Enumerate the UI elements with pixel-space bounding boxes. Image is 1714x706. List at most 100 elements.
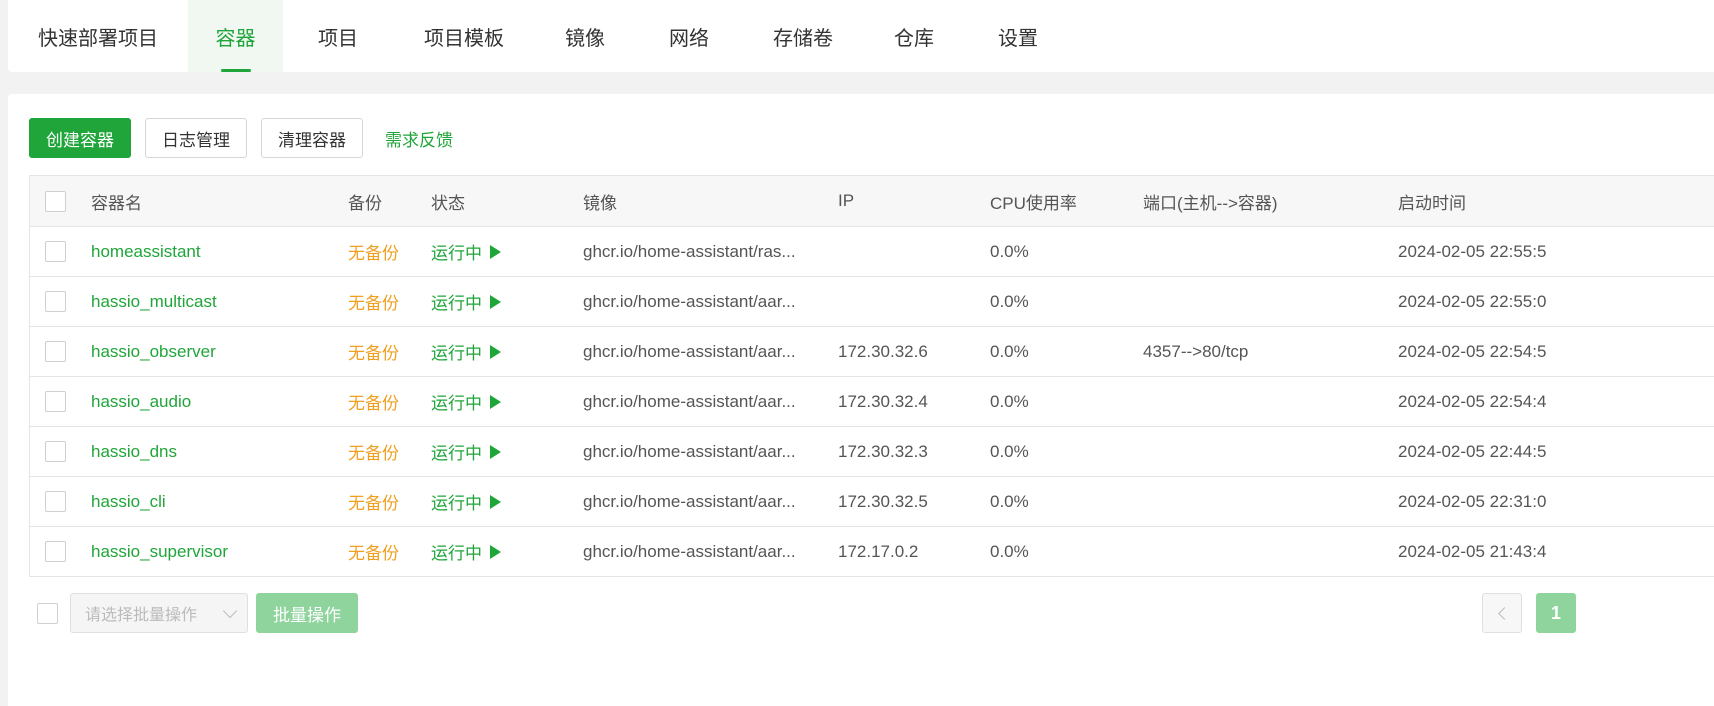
batch-operation-select[interactable]: 请选择批量操作 (70, 593, 248, 633)
image-name: ghcr.io/home-assistant/aar... (583, 491, 796, 511)
image-name: ghcr.io/home-assistant/aar... (583, 291, 796, 311)
cpu-usage: 0.0% (990, 441, 1029, 461)
header-backup: 备份 (348, 193, 382, 213)
play-icon (490, 344, 501, 359)
start-time: 2024-02-05 22:55:5 (1398, 241, 1547, 261)
ip-address: 172.30.32.6 (838, 341, 928, 361)
table-row: homeassistant 无备份 运行中 ghcr.io/home-assis… (30, 226, 1714, 276)
footer-select-all-checkbox[interactable] (37, 602, 58, 624)
container-name-link[interactable]: hassio_supervisor (91, 542, 228, 562)
ip-address: 172.30.32.3 (838, 441, 928, 461)
row-checkbox[interactable] (45, 341, 66, 362)
header-image: 镜像 (583, 193, 617, 213)
container-name-link[interactable]: homeassistant (91, 242, 201, 262)
header-ip: IP (838, 191, 855, 210)
run-status[interactable]: 运行中 (431, 289, 501, 314)
tab-6[interactable]: 存储卷 (743, 0, 863, 72)
cpu-usage: 0.0% (990, 541, 1029, 561)
play-icon (490, 544, 501, 559)
batch-operation-button[interactable]: 批量操作 (256, 593, 358, 633)
ip-address: 172.17.0.2 (838, 541, 919, 561)
row-checkbox-cell (45, 327, 66, 376)
row-checkbox[interactable] (45, 541, 66, 562)
run-status-label: 运行中 (431, 344, 482, 363)
run-status-label: 运行中 (431, 444, 482, 463)
tab-2[interactable]: 项目 (283, 0, 393, 72)
container-name-link[interactable]: hassio_audio (91, 392, 191, 412)
row-checkbox-cell (45, 277, 66, 326)
cpu-usage: 0.0% (990, 491, 1029, 511)
backup-status[interactable]: 无备份 (348, 339, 399, 364)
backup-status[interactable]: 无备份 (348, 239, 399, 264)
row-checkbox[interactable] (45, 291, 66, 312)
image-name: ghcr.io/home-assistant/aar... (583, 541, 796, 561)
header-cpu: CPU使用率 (990, 193, 1077, 213)
select-all-checkbox[interactable] (45, 190, 66, 212)
run-status[interactable]: 运行中 (431, 489, 501, 514)
page-1-button[interactable]: 1 (1536, 593, 1576, 633)
run-status[interactable]: 运行中 (431, 539, 501, 564)
run-status[interactable]: 运行中 (431, 439, 501, 464)
container-name-link[interactable]: hassio_cli (91, 492, 166, 512)
ip-address: 172.30.32.4 (838, 391, 928, 411)
start-time: 2024-02-05 22:55:0 (1398, 291, 1547, 311)
top-tab-bar: 快速部署项目 容器 项目 项目模板 镜像 网络 存储卷 仓库 设置 (8, 0, 1714, 72)
row-checkbox-cell (45, 477, 66, 526)
container-table: 容器名 备份 状态 镜像 IP CPU使用率 端口(主机-->容器) 启动时间 … (29, 175, 1714, 577)
backup-status[interactable]: 无备份 (348, 489, 399, 514)
tab-1[interactable]: 容器 (188, 0, 283, 72)
backup-status[interactable]: 无备份 (348, 289, 399, 314)
row-checkbox[interactable] (45, 441, 66, 462)
tab-3[interactable]: 项目模板 (393, 0, 535, 72)
run-status[interactable]: 运行中 (431, 389, 501, 414)
cpu-usage: 0.0% (990, 391, 1029, 411)
image-name: ghcr.io/home-assistant/aar... (583, 391, 796, 411)
prev-page-button[interactable] (1482, 593, 1522, 633)
start-time: 2024-02-05 22:54:4 (1398, 391, 1547, 411)
row-checkbox[interactable] (45, 391, 66, 412)
batch-select-placeholder: 请选择批量操作 (85, 607, 198, 624)
play-icon (490, 244, 501, 259)
tab-5[interactable]: 网络 (635, 0, 743, 72)
container-name-link[interactable]: hassio_dns (91, 442, 177, 462)
play-icon (490, 294, 501, 309)
table-header: 容器名 备份 状态 镜像 IP CPU使用率 端口(主机-->容器) 启动时间 (30, 176, 1714, 226)
pagination: 1 (1482, 593, 1576, 633)
row-checkbox-cell (45, 527, 66, 576)
cpu-usage: 0.0% (990, 241, 1029, 261)
container-name-link[interactable]: hassio_multicast (91, 292, 217, 312)
play-icon (490, 444, 501, 459)
tab-8[interactable]: 设置 (965, 0, 1071, 72)
container-panel: 创建容器 日志管理 清理容器 需求反馈 容器名 备份 状态 镜像 IP CPU使… (8, 94, 1714, 706)
tab-4[interactable]: 镜像 (535, 0, 635, 72)
image-name: ghcr.io/home-assistant/aar... (583, 341, 796, 361)
header-name[interactable]: 容器名 (91, 176, 142, 226)
backup-status[interactable]: 无备份 (348, 539, 399, 564)
backup-status[interactable]: 无备份 (348, 439, 399, 464)
clean-containers-button[interactable]: 清理容器 (261, 118, 363, 158)
feedback-link[interactable]: 需求反馈 (385, 126, 453, 151)
tab-7[interactable]: 仓库 (863, 0, 965, 72)
log-management-button[interactable]: 日志管理 (145, 118, 247, 158)
start-time: 2024-02-05 22:54:5 (1398, 341, 1547, 361)
run-status[interactable]: 运行中 (431, 239, 501, 264)
container-name-link[interactable]: hassio_observer (91, 342, 216, 362)
row-checkbox-cell (45, 377, 66, 426)
tab-0[interactable]: 快速部署项目 (8, 0, 188, 72)
run-status[interactable]: 运行中 (431, 339, 501, 364)
row-checkbox[interactable] (45, 241, 66, 262)
backup-status[interactable]: 无备份 (348, 389, 399, 414)
row-checkbox-cell (45, 227, 66, 276)
batch-footer: 请选择批量操作 批量操作 (37, 593, 358, 633)
header-start-time[interactable]: 启动时间 (1398, 176, 1466, 226)
create-container-button[interactable]: 创建容器 (29, 118, 131, 158)
table-row: hassio_dns 无备份 运行中 ghcr.io/home-assistan… (30, 426, 1714, 476)
run-status-label: 运行中 (431, 544, 482, 563)
header-status: 状态 (431, 193, 465, 213)
row-checkbox[interactable] (45, 491, 66, 512)
play-icon (490, 494, 501, 509)
chevron-down-icon (222, 603, 238, 619)
row-checkbox-cell (45, 427, 66, 476)
cpu-usage: 0.0% (990, 291, 1029, 311)
select-all-cell (45, 176, 66, 226)
